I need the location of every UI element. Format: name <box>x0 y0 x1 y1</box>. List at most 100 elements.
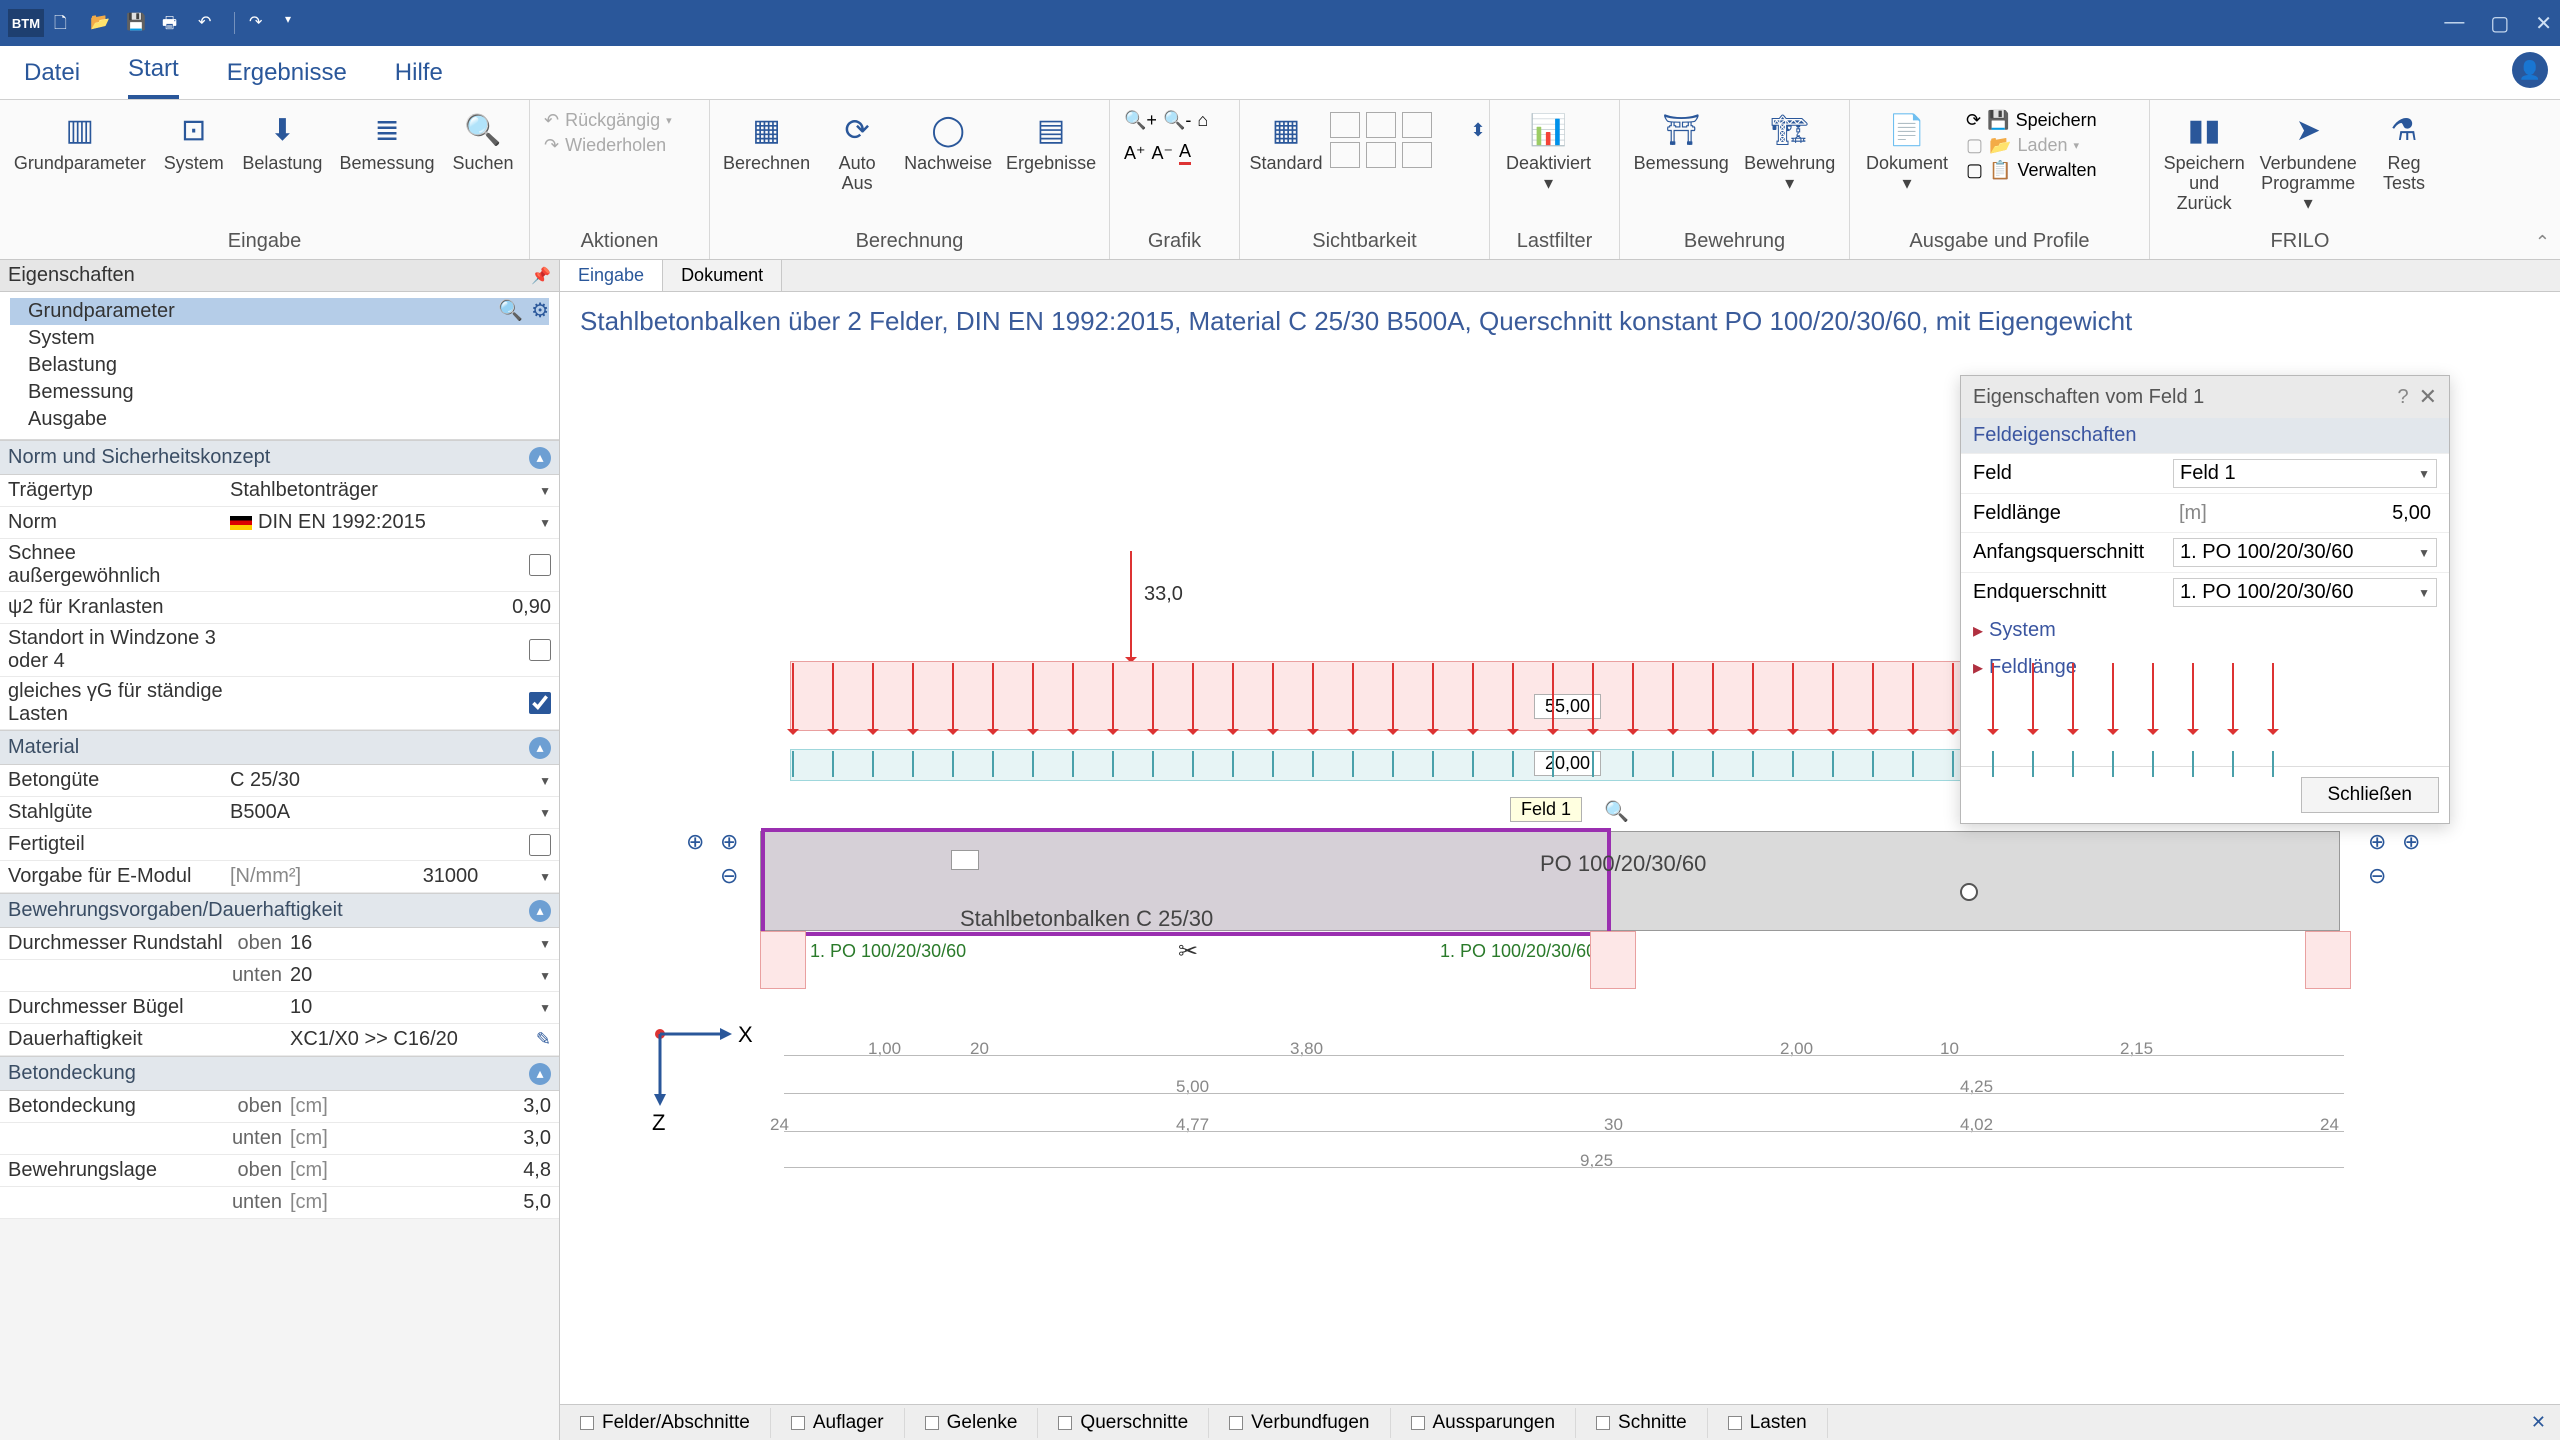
drawing-canvas[interactable]: 33,0 /* arrows generated below after ren… <box>560 351 2560 1404</box>
traegertyp-select[interactable]: Stahlbetonträger▼ <box>230 479 551 502</box>
vis-toggle[interactable] <box>1330 142 1360 168</box>
vis-toggle[interactable] <box>1366 112 1396 138</box>
lage-oben-value[interactable]: 4,8 <box>523 1159 551 1182</box>
zoom-in-icon[interactable]: 🔍+ <box>1124 110 1157 131</box>
doc-tab-dokument[interactable]: Dokument <box>663 260 782 291</box>
schliessen-button[interactable]: Schließen <box>2301 777 2440 813</box>
btab-schnitte[interactable]: Schnitte <box>1576 1408 1708 1438</box>
add-left2-icon[interactable]: ⊕ <box>720 829 738 855</box>
deaktiviert-button[interactable]: 📊Deaktiviert▾ <box>1500 108 1597 196</box>
tab-datei[interactable]: Datei <box>24 59 80 99</box>
psi2-value[interactable]: 0,90 <box>512 596 551 619</box>
section-bewehrung[interactable]: Bewehrungsvorgaben/Dauerhaftigkeit▴ <box>0 893 559 928</box>
tree-bemessung[interactable]: Bemessung <box>10 379 549 406</box>
section-marker[interactable] <box>951 850 979 870</box>
open-icon[interactable]: 📂 <box>90 12 112 34</box>
fertig-check[interactable] <box>529 834 551 856</box>
expand-system[interactable]: System <box>1961 612 2449 649</box>
standard-button[interactable]: ▦Standard <box>1250 108 1322 176</box>
collapse-icon[interactable]: ▴ <box>529 447 551 469</box>
stahl-select[interactable]: B500A▼ <box>230 801 551 824</box>
search-icon[interactable]: 🔍 <box>498 298 523 323</box>
maximize-button[interactable]: ▢ <box>2490 11 2509 36</box>
btab-lasten[interactable]: Lasten <box>1708 1408 1828 1438</box>
suchen-button[interactable]: 🔍Suchen <box>447 108 519 176</box>
bd-oben-value[interactable]: 3,0 <box>523 1095 551 1118</box>
vis-toggle[interactable] <box>1366 142 1396 168</box>
bemessung-bew-button[interactable]: ⛩Bemessung <box>1630 108 1732 176</box>
font-color-icon[interactable]: A <box>1179 141 1191 165</box>
system-button[interactable]: ⊡System <box>158 108 230 176</box>
font-bigger-icon[interactable]: A⁺ <box>1124 143 1146 164</box>
collapse-icon[interactable]: ▴ <box>529 737 551 759</box>
add-left-icon[interactable]: ⊕ <box>686 829 704 855</box>
anfangsquerschnitt-select[interactable]: 1. PO 100/20/30/60▼ <box>2173 538 2437 567</box>
remove-left-icon[interactable]: ⊖ <box>720 863 738 889</box>
ergebnisse-button[interactable]: ▤Ergebnisse <box>1003 108 1099 176</box>
home-icon[interactable]: ⌂ <box>1197 110 1208 131</box>
section-material[interactable]: Material▴ <box>0 730 559 765</box>
doc-tab-eingabe[interactable]: Eingabe <box>560 260 663 291</box>
print-icon[interactable]: 🖶 <box>162 12 184 34</box>
tab-ergebnisse[interactable]: Ergebnisse <box>227 59 347 99</box>
support-left[interactable] <box>760 931 806 989</box>
berechnen-button[interactable]: ▦Berechnen <box>720 108 813 176</box>
belastung-button[interactable]: ⬇Belastung <box>238 108 327 176</box>
auto-button[interactable]: ⟳AutoAus <box>821 108 893 196</box>
bd-unten-value[interactable]: 3,0 <box>523 1127 551 1150</box>
feld-select[interactable]: Feld 1▼ <box>2173 459 2437 488</box>
beton-select[interactable]: C 25/30▼ <box>230 769 551 792</box>
hinge-icon[interactable] <box>1960 883 1978 901</box>
btab-auflager[interactable]: Auflager <box>771 1408 905 1438</box>
help-icon[interactable]: ? <box>2397 386 2408 409</box>
feld1-label[interactable]: Feld 1 <box>1510 797 1582 822</box>
tree-grundparameter[interactable]: Grundparameter <box>10 298 549 325</box>
collapse-icon[interactable]: ▴ <box>529 900 551 922</box>
reg-tests-button[interactable]: ⚗Reg Tests <box>2368 108 2440 196</box>
minimize-button[interactable]: — <box>2444 11 2464 36</box>
support-right[interactable] <box>2305 931 2351 989</box>
btab-felder[interactable]: Felder/Abschnitte <box>560 1408 771 1438</box>
dauer-select[interactable]: XC1/X0 >> C16/20✎ <box>290 1028 551 1051</box>
support-mid[interactable] <box>1590 931 1636 989</box>
dialog-close-icon[interactable]: ✕ <box>2419 384 2437 410</box>
dokument-button[interactable]: 📄Dokument▾ <box>1860 108 1954 196</box>
lage-unten-value[interactable]: 5,0 <box>523 1191 551 1214</box>
undo-button[interactable]: ↶Rückgängig▾ <box>544 110 672 131</box>
tree-system[interactable]: System <box>10 325 549 352</box>
norm-select[interactable]: DIN EN 1992:2015▼ <box>230 511 551 534</box>
btab-querschnitte[interactable]: Querschnitte <box>1038 1408 1209 1438</box>
drs-unten-select[interactable]: 20▼ <box>290 964 551 987</box>
collapse-icon[interactable]: ▴ <box>529 1063 551 1085</box>
redo-icon[interactable]: ↷ <box>249 12 271 34</box>
font-smaller-icon[interactable]: A⁻ <box>1152 143 1174 164</box>
btab-verbundfugen[interactable]: Verbundfugen <box>1209 1408 1390 1438</box>
vis-toggle[interactable] <box>1330 112 1360 138</box>
save-icon[interactable]: 💾 <box>126 12 148 34</box>
expand-feldlaenge[interactable]: Feldlänge <box>1961 649 2449 686</box>
btab-gelenke[interactable]: Gelenke <box>905 1408 1039 1438</box>
tab-hilfe[interactable]: Hilfe <box>395 59 443 99</box>
btab-aussparungen[interactable]: Aussparungen <box>1391 1408 1577 1438</box>
collapse-ribbon-icon[interactable]: ⌃ <box>2535 232 2550 253</box>
close-button[interactable]: ✕ <box>2535 11 2552 36</box>
laden-row[interactable]: ▢📂Laden▾ <box>1966 135 2097 156</box>
pin-icon[interactable]: 📌 <box>531 266 551 286</box>
speichern-row[interactable]: ⟳💾Speichern <box>1966 110 2097 131</box>
endquerschnitt-select[interactable]: 1. PO 100/20/30/60▼ <box>2173 578 2437 607</box>
zoom-icon[interactable]: 🔍 <box>1604 799 1629 824</box>
emod-value[interactable]: 31000 <box>423 865 479 888</box>
gear-icon[interactable]: ⚙ <box>531 298 549 323</box>
redo-button[interactable]: ↷Wiederholen <box>544 135 672 156</box>
btabs-close-icon[interactable]: ✕ <box>2517 1412 2560 1433</box>
vis-toggle[interactable] <box>1402 142 1432 168</box>
feldlaenge-value[interactable]: 5,00 <box>2392 502 2431 525</box>
zoom-out-icon[interactable]: 🔍- <box>1163 110 1191 131</box>
gleich-check[interactable] <box>529 692 551 714</box>
vis-toggle[interactable] <box>1402 112 1432 138</box>
verwalten-row[interactable]: ▢📋Verwalten <box>1966 160 2097 181</box>
bewehrung-button[interactable]: 🏗Bewehrung▾ <box>1740 108 1839 196</box>
schnee-check[interactable] <box>529 554 551 576</box>
grundparameter-button[interactable]: ▥Grundparameter <box>10 108 150 176</box>
qat-dropdown-icon[interactable]: ▾ <box>285 12 307 34</box>
